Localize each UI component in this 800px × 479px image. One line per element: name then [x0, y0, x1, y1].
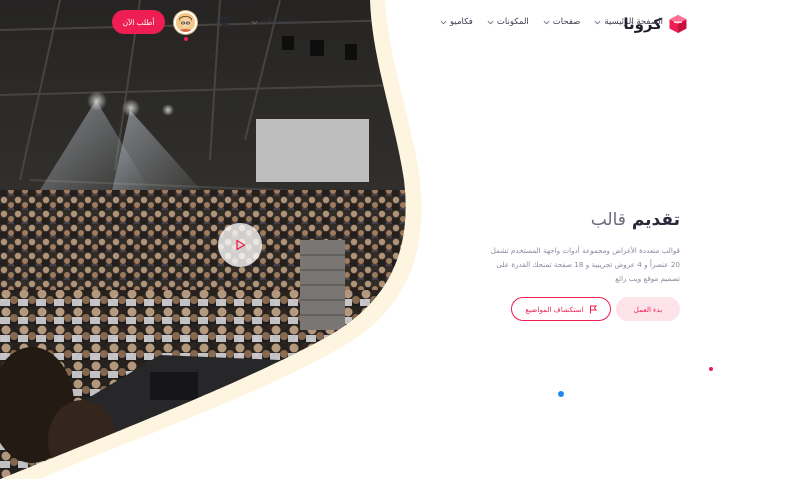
hero-background	[0, 0, 422, 479]
hero-description: قوالب متعددة الأغراض ومجموعة أدوات واجهة…	[490, 246, 680, 283]
hero-actions: استكشاف المواضيع بدء العمل	[511, 297, 680, 321]
avatar-face-icon	[176, 13, 195, 32]
play-icon	[236, 239, 246, 251]
explore-themes-button[interactable]: استكشاف المواضيع	[511, 297, 611, 321]
explore-label: استكشاف المواضيع	[525, 304, 584, 314]
nav-item-label: صفحات	[552, 17, 581, 27]
order-now-button[interactable]: أطلب الآن	[112, 10, 165, 34]
docs-label: مستندات	[261, 17, 294, 27]
hero-title: تقديم قالب	[480, 210, 680, 230]
brand-cube-icon	[669, 15, 687, 33]
hero-title-bold: تقديم	[631, 210, 680, 230]
nav-item-cameo[interactable]: فكاميو	[440, 17, 473, 27]
play-video-button[interactable]	[218, 223, 262, 267]
online-status-dot	[184, 37, 188, 41]
nav-item-label: فكاميو	[450, 17, 473, 27]
hero-content: تقديم قالب قوالب متعددة الأغراض ومجموعة …	[480, 210, 680, 286]
main-nav: الصفحة الرئيسية صفحات المكونات فكاميو	[440, 17, 663, 27]
hero-title-light: قالب	[590, 210, 626, 230]
site-header: كرونا الصفحة الرئيسية صفحات المكونات فكا…	[0, 0, 800, 48]
search-icon[interactable]	[219, 16, 231, 28]
nav-item-pages[interactable]: صفحات	[543, 17, 581, 27]
decorative-dot	[709, 367, 713, 371]
chevron-down-icon	[594, 20, 601, 24]
nav-item-label: الصفحة الرئيسية	[604, 17, 664, 27]
nav-item-home[interactable]: الصفحة الرئيسية	[594, 17, 663, 27]
decorative-dot	[558, 391, 564, 397]
avatar[interactable]	[174, 11, 197, 34]
chevron-down-icon	[440, 20, 447, 24]
flag-icon	[589, 305, 597, 313]
get-started-button[interactable]: بدء العمل	[616, 297, 680, 321]
chevron-down-icon	[251, 20, 258, 24]
chevron-down-icon	[543, 20, 550, 24]
chevron-down-icon	[487, 20, 494, 24]
nav-item-components[interactable]: المكونات	[487, 17, 529, 27]
nav-item-label: المكونات	[496, 17, 529, 27]
header-tools: أطلب الآن مستندات	[112, 10, 293, 41]
docs-menu[interactable]: مستندات	[251, 17, 293, 27]
